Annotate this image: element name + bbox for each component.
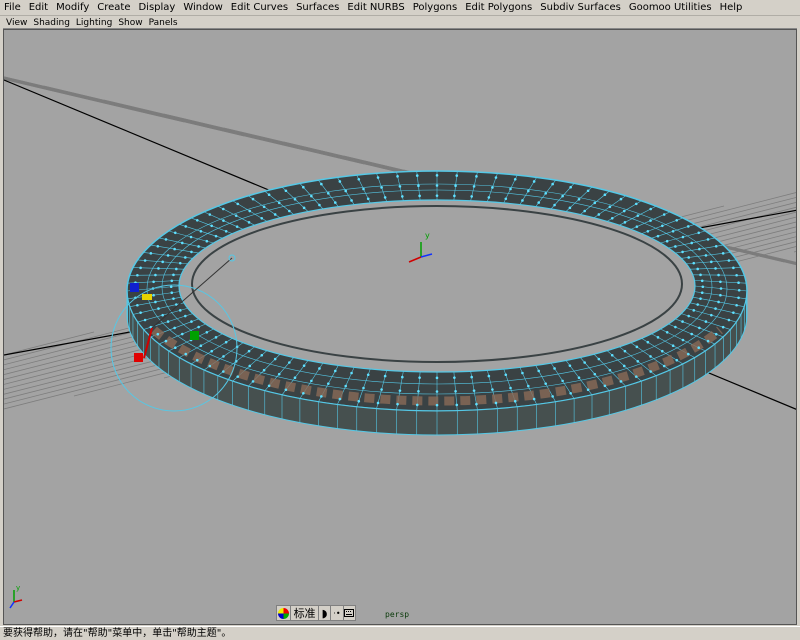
menu-bar: File Edit Modify Create Display Window Edit Cu… (0, 0, 800, 16)
manipulator-x-handle[interactable] (134, 353, 143, 362)
manipulator-z-handle[interactable] (130, 283, 139, 292)
menu-surfaces[interactable]: Surfaces (292, 2, 343, 13)
menu-edit-nurbs[interactable]: Edit NURBS (343, 2, 408, 13)
panel-menu-bar: View Shading Lighting Show Panels (3, 17, 797, 29)
panel-menu-show[interactable]: Show (115, 18, 145, 28)
menu-edit-polygons[interactable]: Edit Polygons (461, 2, 536, 13)
punctuation-icon[interactable]: ·• (331, 606, 344, 620)
menu-edit-curves[interactable]: Edit Curves (227, 2, 292, 13)
menu-window[interactable]: Window (179, 2, 226, 13)
panel-menu-lighting[interactable]: Lighting (73, 18, 115, 28)
menu-subdiv-surfaces[interactable]: Subdiv Surfaces (536, 2, 625, 13)
pinwheel-icon[interactable] (277, 606, 292, 620)
view-axis-indicator: y (9, 584, 23, 609)
moon-icon[interactable]: ◗ (319, 606, 332, 620)
svg-text:y: y (425, 231, 430, 240)
menu-help[interactable]: Help (716, 2, 747, 13)
menu-display[interactable]: Display (134, 2, 179, 13)
viewport-canvas[interactable]: y y (4, 30, 797, 625)
perspective-viewport[interactable]: y y persp (3, 29, 797, 625)
tire-model[interactable] (126, 170, 748, 436)
manipulator-center-handle[interactable] (142, 294, 152, 300)
menu-polygons[interactable]: Polygons (409, 2, 462, 13)
status-bar: 要获得帮助，请在"帮助"菜单中，单击"帮助主题"。 (0, 626, 800, 640)
ime-toolbar[interactable]: 标准 ◗ ·• (276, 605, 356, 621)
menu-file[interactable]: File (0, 2, 25, 13)
svg-text:y: y (16, 584, 20, 592)
manipulator-y-handle[interactable] (190, 331, 199, 340)
menu-edit[interactable]: Edit (25, 2, 52, 13)
camera-name-label: persp (385, 610, 410, 619)
panel-menu-view[interactable]: View (3, 18, 30, 28)
panel-menu-shading[interactable]: Shading (30, 18, 73, 28)
menu-modify[interactable]: Modify (52, 2, 93, 13)
ime-mode-label[interactable]: 标准 (291, 606, 319, 620)
menu-create[interactable]: Create (93, 2, 134, 13)
keyboard-icon[interactable] (344, 606, 355, 620)
menu-goomoo-utilities[interactable]: Goomoo Utilities (625, 2, 716, 13)
panel-menu-panels[interactable]: Panels (146, 18, 181, 28)
